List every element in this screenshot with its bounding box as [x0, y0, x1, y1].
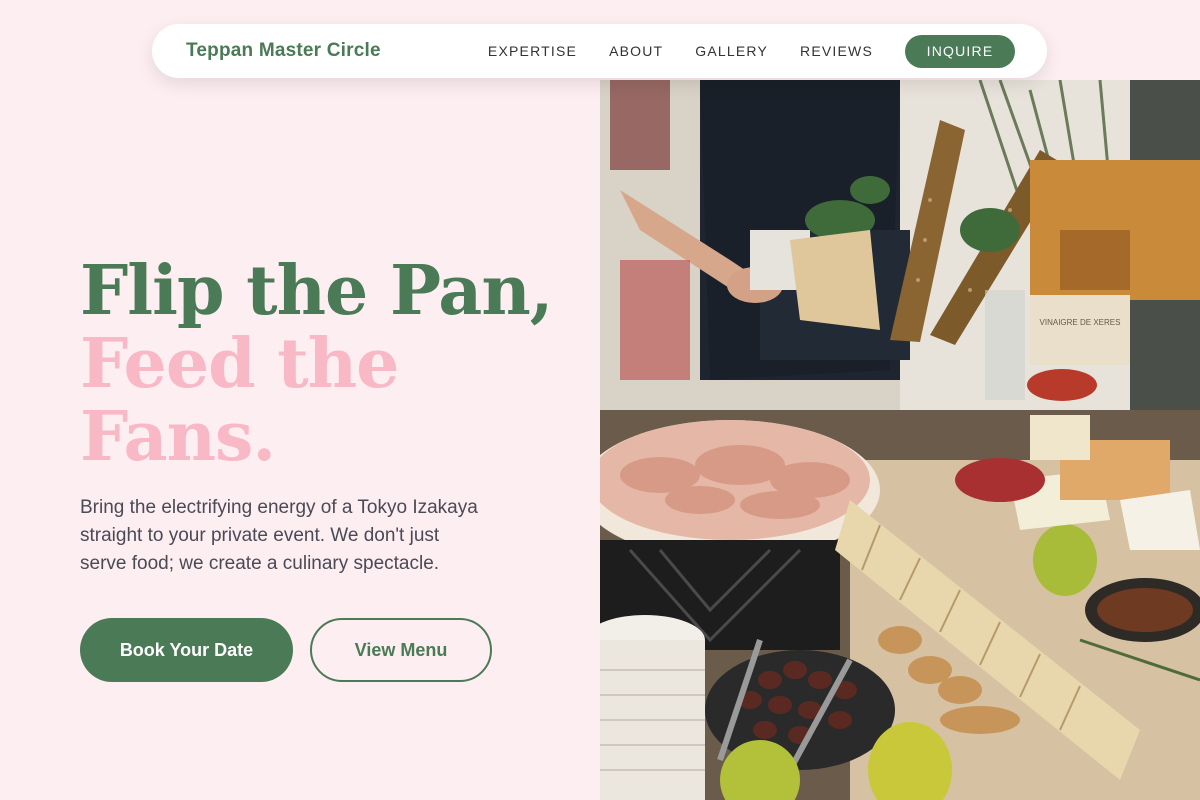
hero-headline: Flip the Pan, Feed the Fans.	[80, 255, 560, 474]
hero-subtext: Bring the electrifying energy of a Tokyo…	[80, 497, 478, 574]
image-label-text: VINAIGRE DE XERES	[1040, 318, 1121, 327]
headline-line-3: Fans.	[80, 397, 276, 477]
nav-links: EXPERTISE ABOUT GALLERY REVIEWS INQUIRE	[488, 34, 1015, 68]
view-menu-button[interactable]: View Menu	[310, 618, 492, 682]
nav-link-gallery[interactable]: GALLERY	[695, 43, 768, 59]
headline-line-2: Feed the	[80, 324, 399, 404]
hero-cta-row: Book Your Date View Menu	[80, 618, 560, 682]
hero-content: Flip the Pan, Feed the Fans. Bring the e…	[80, 255, 560, 682]
book-your-date-button[interactable]: Book Your Date	[80, 618, 293, 682]
nav-link-expertise[interactable]: EXPERTISE	[488, 43, 577, 59]
brand-logo[interactable]: Teppan Master Circle	[186, 40, 381, 62]
nav-link-about[interactable]: ABOUT	[609, 43, 663, 59]
inquire-button[interactable]: INQUIRE	[905, 34, 1015, 68]
headline-line-1: Flip the Pan,	[80, 251, 553, 331]
nav-link-reviews[interactable]: REVIEWS	[800, 43, 873, 59]
hero-food-photo: VINAIGRE DE XERES	[600, 80, 1200, 800]
navbar: Teppan Master Circle EXPERTISE ABOUT GAL…	[152, 24, 1047, 78]
